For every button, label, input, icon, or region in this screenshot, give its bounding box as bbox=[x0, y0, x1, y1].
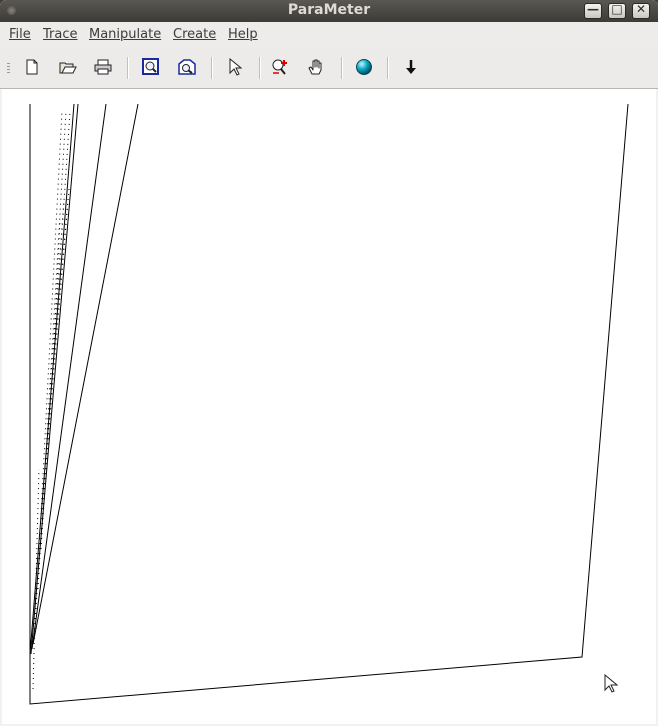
zoom-fit-button[interactable] bbox=[139, 56, 163, 78]
menu-file[interactable]: File bbox=[9, 27, 31, 42]
toolbar-separator bbox=[127, 57, 129, 79]
trace-line bbox=[31, 103, 107, 650]
menu-create[interactable]: Create bbox=[173, 27, 216, 42]
title-bar[interactable]: ParaMeter — □ ✕ bbox=[0, 0, 658, 22]
pointer-select-icon bbox=[229, 58, 242, 76]
menu-trace[interactable]: Trace bbox=[43, 27, 78, 42]
maximize-icon: □ bbox=[611, 2, 623, 16]
close-button[interactable]: ✕ bbox=[632, 2, 650, 19]
open-button[interactable] bbox=[56, 56, 80, 78]
arrow-down-icon bbox=[406, 60, 416, 74]
minimize-icon: — bbox=[587, 2, 599, 16]
globe-button[interactable] bbox=[352, 56, 376, 78]
zoom-in-button[interactable] bbox=[268, 56, 292, 78]
dotted-guide-line bbox=[34, 110, 63, 630]
hand-pan-icon bbox=[308, 59, 322, 75]
zoom-region-icon bbox=[178, 59, 196, 75]
zoom-in-icon bbox=[272, 59, 287, 75]
trace-drawing bbox=[29, 103, 629, 705]
toolbar-separator bbox=[387, 57, 389, 79]
globe-icon bbox=[356, 59, 372, 75]
print-button[interactable] bbox=[91, 56, 115, 78]
zoom-region-button[interactable] bbox=[175, 56, 199, 78]
new-file-icon bbox=[26, 59, 38, 75]
toolbar bbox=[0, 48, 658, 89]
pan-button[interactable] bbox=[304, 56, 328, 78]
zoom-fit-icon bbox=[142, 58, 159, 75]
toolbar-separator bbox=[211, 57, 213, 79]
drawing-canvas[interactable] bbox=[2, 89, 656, 724]
new-file-button[interactable] bbox=[20, 56, 44, 78]
menu-bar: File Trace Manipulate Create Help bbox=[0, 22, 658, 48]
open-folder-icon bbox=[59, 62, 77, 74]
toolbar-separator bbox=[341, 57, 343, 79]
print-icon bbox=[94, 59, 112, 75]
application-window: ParaMeter — □ ✕ File Trace Manipulate Cr… bbox=[0, 0, 658, 726]
close-icon: ✕ bbox=[635, 2, 647, 16]
toolbar-separator bbox=[259, 57, 261, 79]
minimize-button[interactable]: — bbox=[584, 2, 602, 19]
move-down-button[interactable] bbox=[399, 56, 423, 78]
trace-line bbox=[30, 103, 79, 655]
maximize-button[interactable]: □ bbox=[608, 2, 626, 19]
trace-line-main bbox=[29, 103, 629, 705]
toolbar-grip[interactable] bbox=[7, 63, 10, 73]
select-pointer-button[interactable] bbox=[223, 56, 247, 78]
mouse-cursor-icon bbox=[604, 674, 618, 693]
window-title: ParaMeter bbox=[287, 2, 371, 18]
menu-manipulate[interactable]: Manipulate bbox=[89, 27, 161, 42]
menu-help[interactable]: Help bbox=[228, 27, 258, 42]
